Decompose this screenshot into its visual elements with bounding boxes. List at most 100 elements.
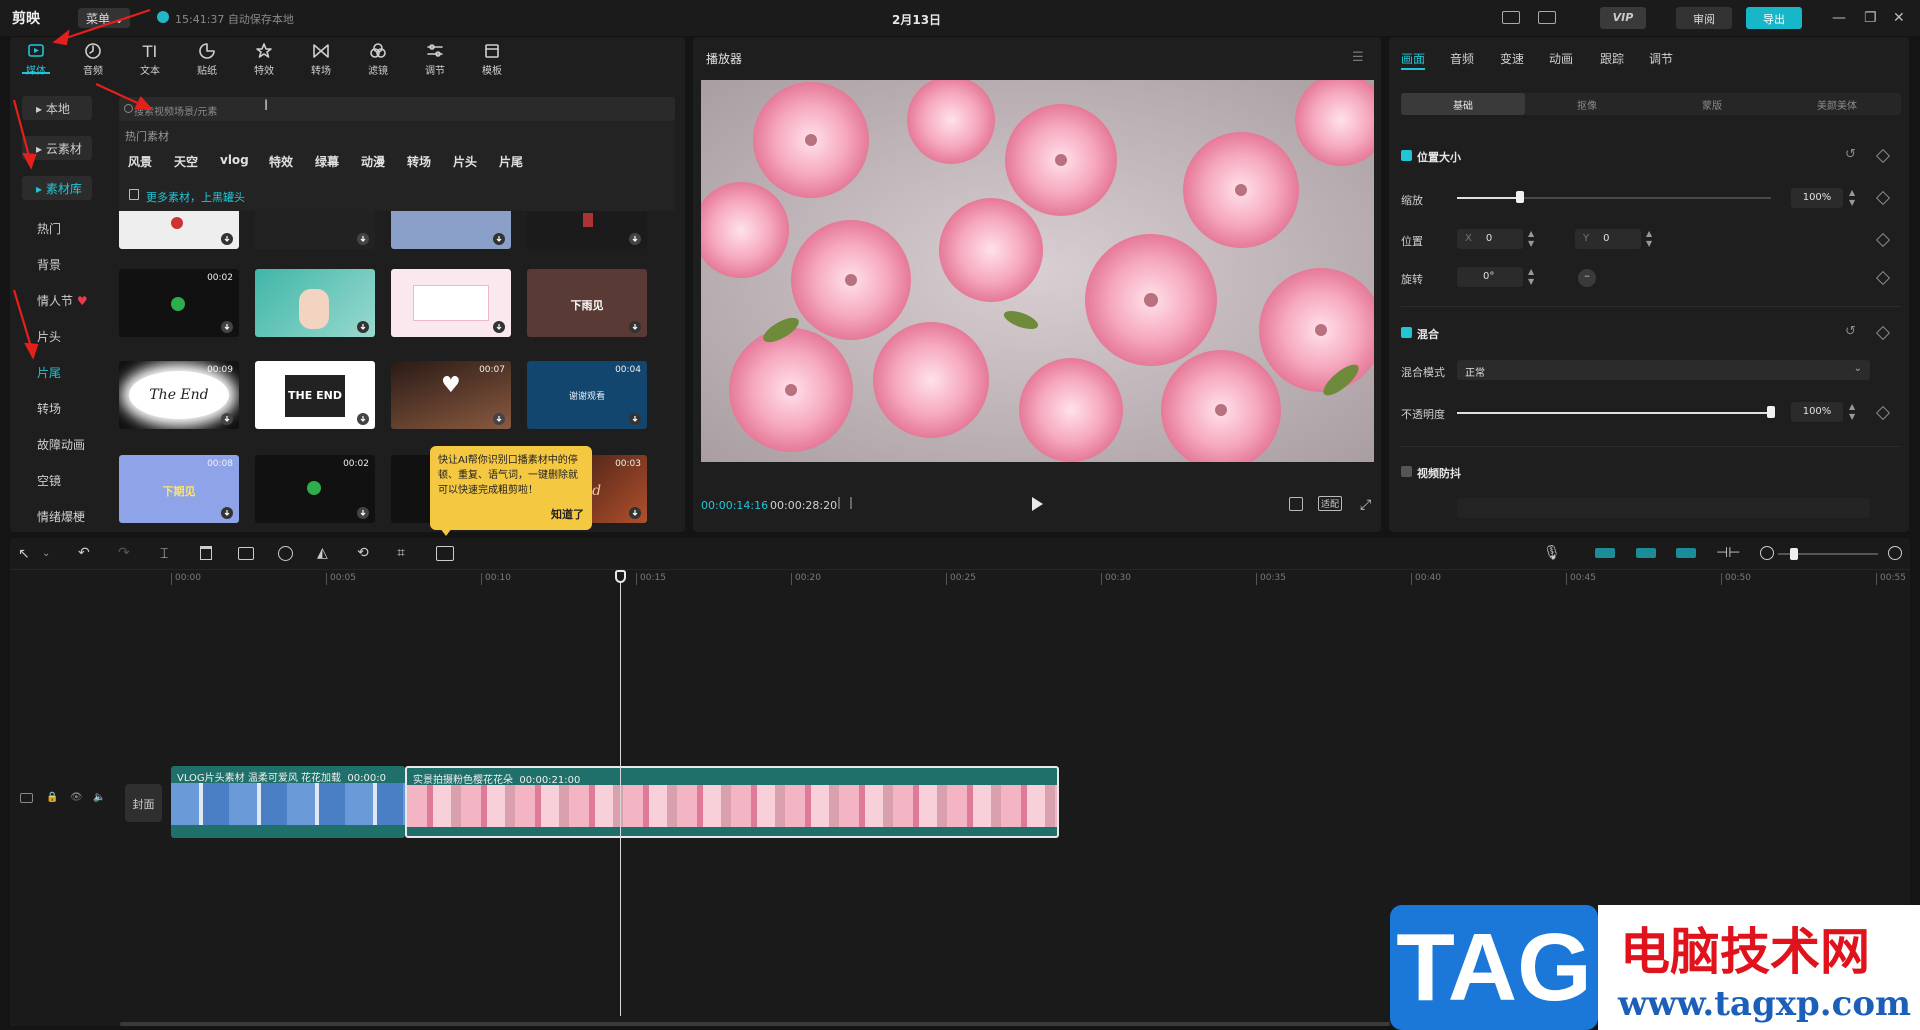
- minimize-icon[interactable]: —: [1832, 10, 1846, 26]
- props-tab-adjust[interactable]: 调节: [1649, 50, 1673, 67]
- download-icon[interactable]: [629, 413, 641, 425]
- rotate-stepper-icon[interactable]: ▲ ▼: [1528, 267, 1534, 287]
- freeze-icon[interactable]: [238, 547, 254, 560]
- vip-button[interactable]: VIP: [1600, 7, 1646, 29]
- fullscreen-icon[interactable]: ⤢: [1360, 497, 1371, 513]
- redo-icon[interactable]: ↷: [118, 545, 130, 561]
- subtab-beauty[interactable]: 美颜美体: [1775, 93, 1899, 115]
- reset-icon[interactable]: ↺: [1845, 324, 1856, 339]
- download-icon[interactable]: [357, 507, 369, 519]
- props-tab-audio[interactable]: 音频: [1450, 50, 1474, 67]
- opacity-slider-knob[interactable]: [1767, 406, 1775, 418]
- video-clip[interactable]: VLOG片头素材 温柔可爱风 花花加载 00:00:0: [171, 766, 405, 838]
- category-item-empty-shot[interactable]: 空镜: [37, 472, 61, 489]
- reset-icon[interactable]: ↺: [1845, 147, 1856, 162]
- y-stepper-icon[interactable]: ▲ ▼: [1646, 229, 1652, 249]
- thumbnail-duration: 00:08: [207, 459, 233, 469]
- opacity-stepper-icon[interactable]: ▲ ▼: [1849, 402, 1855, 422]
- download-icon[interactable]: [221, 413, 233, 425]
- link-main-track-icon[interactable]: [1595, 548, 1615, 558]
- ai-cut-icon[interactable]: [436, 546, 454, 561]
- ratio-button[interactable]: 适配: [1318, 496, 1342, 511]
- mirror-icon[interactable]: ◭: [317, 545, 328, 561]
- timeline-ruler[interactable]: 00:00 00:05 00:10 00:15 00:20 00:25 00:30 00:35…: [171, 573, 1906, 587]
- timecode-mode-icon[interactable]: [838, 497, 852, 509]
- subtab-mask[interactable]: 蒙版: [1650, 93, 1774, 115]
- scale-slider-knob[interactable]: [1516, 191, 1524, 203]
- undo-icon[interactable]: ↶: [78, 545, 90, 561]
- props-tab-speed[interactable]: 变速: [1500, 50, 1524, 67]
- crop-icon[interactable]: ⌗: [397, 545, 405, 561]
- rotate-input[interactable]: 0°: [1457, 267, 1523, 287]
- speaker-icon[interactable]: 🔈: [93, 792, 105, 803]
- tooltip-ok-button[interactable]: 知道了: [551, 506, 584, 522]
- playhead-handle[interactable]: [615, 570, 626, 583]
- blend-mode-label: 混合模式: [1401, 366, 1445, 379]
- microphone-icon[interactable]: 🎙: [1543, 545, 1561, 561]
- zoom-in-icon[interactable]: [1888, 546, 1902, 560]
- zoom-out-icon[interactable]: [1760, 546, 1774, 560]
- cover-button[interactable]: 封面: [125, 784, 162, 822]
- select-tool-icon[interactable]: ↖: [18, 546, 30, 562]
- split-icon[interactable]: ⌶: [160, 546, 168, 562]
- play-icon[interactable]: [1032, 497, 1043, 511]
- x-stepper-icon[interactable]: ▲ ▼: [1528, 229, 1534, 249]
- scale-input[interactable]: 100%: [1791, 188, 1843, 208]
- subtab-cutout[interactable]: 抠像: [1525, 93, 1649, 115]
- download-icon[interactable]: [221, 507, 233, 519]
- rotate-icon[interactable]: ⟲: [357, 545, 369, 561]
- stabilize-select[interactable]: [1457, 498, 1870, 518]
- download-icon[interactable]: [629, 507, 641, 519]
- rotate-label: 旋转: [1401, 273, 1423, 286]
- review-button[interactable]: 审阅: [1676, 7, 1732, 29]
- stabilize-title: 视频防抖: [1417, 467, 1461, 480]
- download-icon[interactable]: [493, 413, 505, 425]
- blend-mode-select[interactable]: 正常 ⌄: [1457, 360, 1870, 380]
- blend-checkbox[interactable]: [1401, 327, 1412, 338]
- magnet-snap-icon[interactable]: [1636, 548, 1656, 558]
- zoom-slider-knob[interactable]: [1790, 548, 1798, 560]
- ruler-tick: 00:00: [171, 573, 201, 585]
- keyboard-icon[interactable]: [1502, 11, 1520, 24]
- position-size-title: 位置大小: [1417, 151, 1461, 164]
- eye-icon[interactable]: 👁: [70, 792, 83, 803]
- player-menu-icon[interactable]: ☰: [1352, 50, 1364, 65]
- linkage-icon[interactable]: [1676, 548, 1696, 558]
- layout-icon[interactable]: [1538, 11, 1556, 24]
- subtab-basic[interactable]: 基础: [1401, 93, 1525, 115]
- timeline-toolbar: [10, 538, 1910, 570]
- video-clip-selected[interactable]: 实景拍摄粉色樱花花朵 00:00:21:00: [405, 766, 1059, 838]
- scale-slider-fill: [1457, 197, 1520, 199]
- export-button[interactable]: 导出: [1746, 7, 1802, 29]
- close-icon[interactable]: ✕: [1893, 10, 1905, 26]
- position-size-checkbox[interactable]: [1401, 150, 1412, 161]
- opacity-input[interactable]: 100%: [1791, 402, 1843, 422]
- props-tab-picture[interactable]: 画面: [1401, 50, 1425, 67]
- delete-icon[interactable]: [200, 546, 212, 560]
- preview-axis-icon[interactable]: ⊣⊢: [1716, 545, 1740, 561]
- fullscreen-preview-icon[interactable]: [1289, 497, 1303, 511]
- position-x-input[interactable]: X0: [1457, 229, 1523, 249]
- props-tab-tracking[interactable]: 跟踪: [1600, 50, 1624, 67]
- scale-stepper-icon[interactable]: ▲ ▼: [1849, 188, 1855, 208]
- download-icon[interactable]: [357, 413, 369, 425]
- reverse-icon[interactable]: [278, 546, 293, 561]
- rotate-dial-icon[interactable]: –: [1578, 269, 1596, 287]
- track-cover-icon[interactable]: [20, 793, 33, 803]
- video-preview[interactable]: [701, 80, 1374, 462]
- category-item-glitch[interactable]: 故障动画: [37, 436, 85, 453]
- position-y-input[interactable]: Y0: [1575, 229, 1641, 249]
- watermark-logo: TAG: [1390, 905, 1598, 1030]
- category-item-transition[interactable]: 转场: [37, 400, 61, 417]
- playhead-line: [620, 576, 621, 1016]
- lock-icon[interactable]: 🔒: [46, 792, 58, 803]
- maximize-icon[interactable]: ❐: [1864, 10, 1877, 26]
- chevron-down-icon[interactable]: ⌄: [42, 548, 50, 559]
- timeline-scrollbar[interactable]: [120, 1022, 1390, 1026]
- stabilize-checkbox[interactable]: [1401, 466, 1412, 477]
- thumbnail-item[interactable]: 00:02: [255, 455, 375, 523]
- clip-label: 实景拍摄粉色樱花花朵 00:00:21:00: [413, 771, 580, 786]
- category-item-meme[interactable]: 情绪爆梗: [37, 508, 85, 525]
- thumbnail-item[interactable]: 00:08 下期见: [119, 455, 239, 523]
- props-tab-animation[interactable]: 动画: [1549, 50, 1573, 67]
